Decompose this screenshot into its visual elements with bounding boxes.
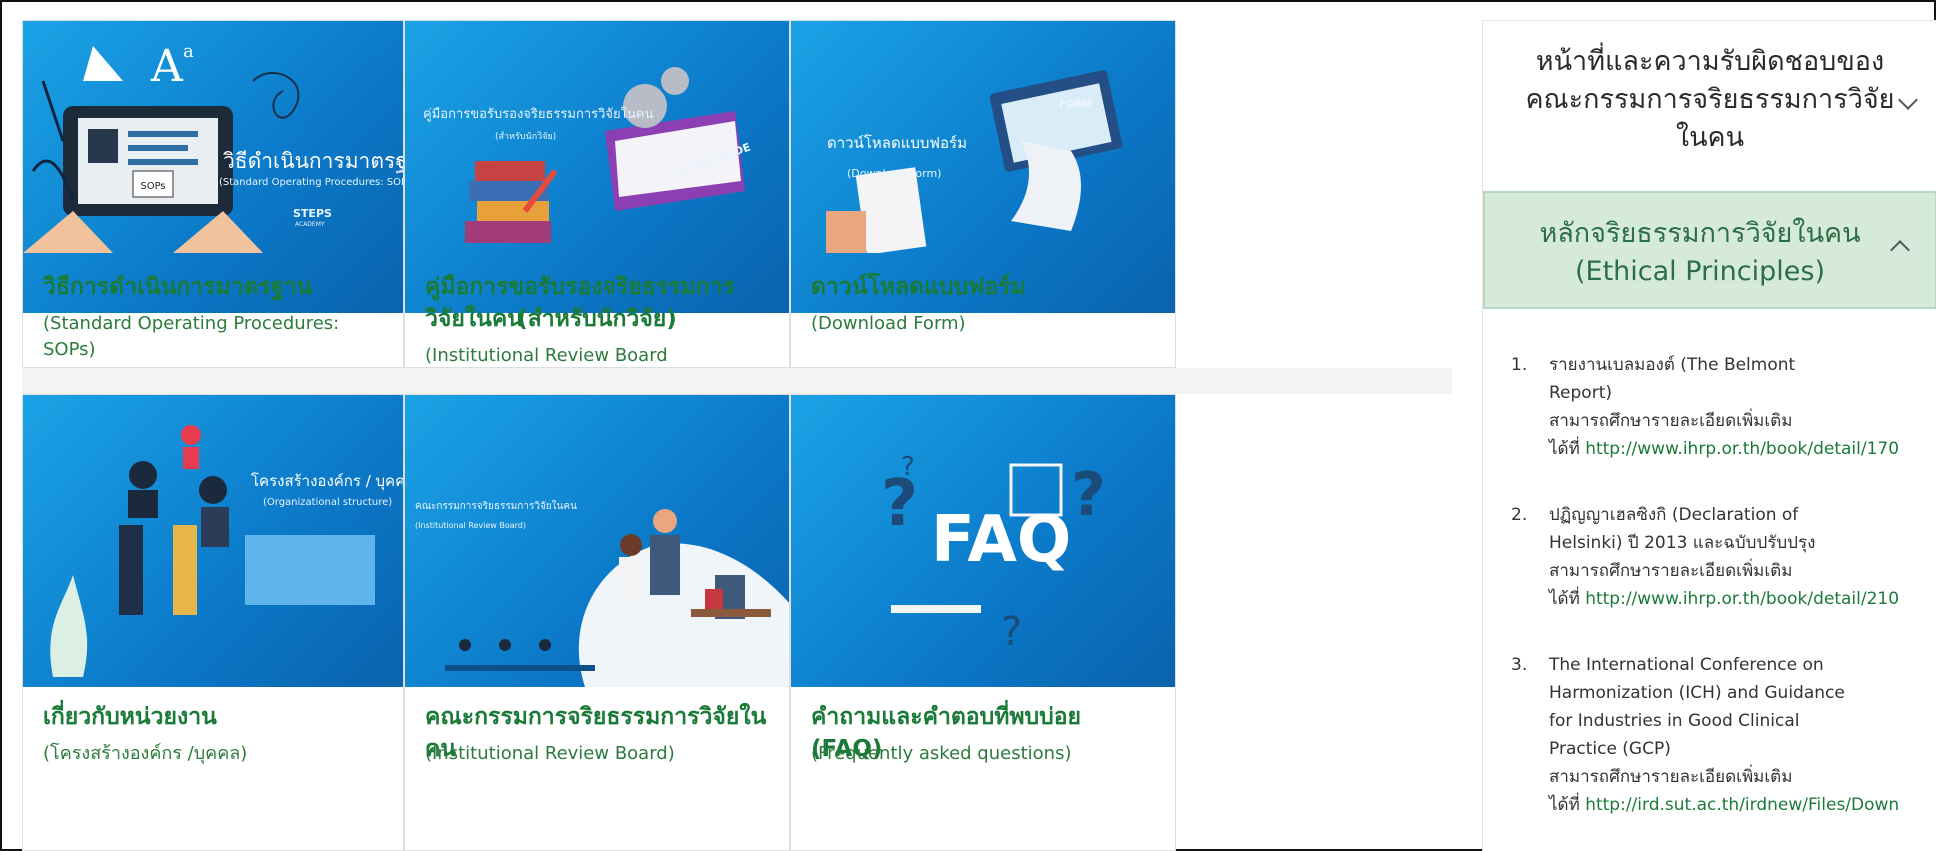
card-guidebook-banner[interactable]: คู่มือการขอรับรองจริยธรรมการวิจัยในคน (ส… xyxy=(405,21,789,313)
card-faq-subtitle: (Frequently asked questions) xyxy=(811,743,1072,764)
card-sops-banner-title: วิธีดำเนินการมาตรฐาน xyxy=(223,149,403,173)
faq-banner-text: FAQ xyxy=(931,503,1072,577)
ich-gcp-link[interactable]: http://ird.sut.ac.th/irdnew/Files/Down xyxy=(1585,795,1899,815)
steps-logo: STEPS xyxy=(293,207,332,220)
list-item-line: Report) xyxy=(1549,383,1612,403)
list-item-number: 2. xyxy=(1511,505,1528,525)
card-faq[interactable]: ? ? ? ? FAQ คำถามและคำตอบที่พบบ่อย (FAQ)… xyxy=(790,394,1176,851)
accordion-ethical-principles[interactable]: หลักจริยธรรมการวิจัยในคน (Ethical Princi… xyxy=(1483,191,1936,309)
card-download-title[interactable]: ดาวน์โหลดแบบฟอร์ม xyxy=(811,271,1155,303)
card-about-banner[interactable]: โครงสร้างองค์กร / บุคคล (Organizational … xyxy=(23,395,403,687)
guidebook-illustration xyxy=(465,67,745,243)
card-committee-banner[interactable]: คณะกรรมการจริยธรรมการวิจัยในคน (Institut… xyxy=(405,395,789,687)
card-sops[interactable]: SOPs A a วิธีดำเนินการมาตรฐาน (Standard … xyxy=(22,20,404,368)
list-item-number: 1. xyxy=(1511,355,1528,375)
list-item: 1. รายงานเบลมองต์ (The Belmont Report) ส… xyxy=(1511,351,1936,463)
organization-illustration xyxy=(50,425,375,677)
steps-logo-sub: ACADEMY xyxy=(295,221,325,228)
link-prefix: ได้ที่ xyxy=(1549,795,1586,815)
card-about-subtitle: (โครงสร้างองค์กร /บุคคล) xyxy=(43,743,248,764)
svg-text:?: ? xyxy=(901,452,915,482)
tablet-illustration: SOPs A a xyxy=(23,41,300,253)
accordion-ethical-principles-line1: หลักจริยธรรมการวิจัยในคน xyxy=(1539,218,1861,249)
list-item-line: for Industries in Good Clinical xyxy=(1549,711,1800,731)
accordion-committee-duties-line2: คณะกรรมการจริยธรรมการวิจัย xyxy=(1525,84,1895,115)
card-guidebook-banner-title: คู่มือการขอรับรองจริยธรรมการวิจัยในคน xyxy=(423,107,654,122)
link-prefix: ได้ที่ xyxy=(1549,439,1586,459)
list-item: 2. ปฏิญญาเฮลซิงกิ (Declaration of Helsin… xyxy=(1511,501,1936,613)
card-download-form[interactable]: ดาวน์โหลดแบบฟอร์ม (Download Form) FORM ด… xyxy=(790,20,1176,368)
svg-text:?: ? xyxy=(1001,609,1022,655)
card-about-banner-title: โครงสร้างองค์กร / บุคคล xyxy=(251,472,403,490)
accordion-committee-duties-line1: หน้าที่และความรับผิดชอบของ xyxy=(1535,46,1885,77)
list-item-line: Helsinki) ปี 2013 และฉบับปรับปรุง xyxy=(1549,533,1816,553)
card-grid: SOPs A a วิธีดำเนินการมาตรฐาน (Standard … xyxy=(22,20,1452,851)
row-separator xyxy=(22,368,1452,394)
list-item-number: 3. xyxy=(1511,655,1528,675)
list-item-line: สามารถศึกษารายละเอียดเพิ่มเติม xyxy=(1549,767,1793,787)
card-guidebook-subtitle: (Institutional Review Board Guildbook) xyxy=(425,345,668,366)
list-item-line: ปฏิญญาเฮลซิงกิ (Declaration of xyxy=(1549,505,1799,525)
card-download-banner[interactable]: ดาวน์โหลดแบบฟอร์ม (Download Form) FORM xyxy=(791,21,1175,313)
form-badge: FORM xyxy=(1059,99,1092,110)
card-about-banner-subtitle: (Organizational structure) xyxy=(263,497,393,508)
list-item-line: Harmonization (ICH) and Guidance xyxy=(1549,683,1845,703)
list-item-line: สามารถศึกษารายละเอียดเพิ่มเติม xyxy=(1549,411,1793,431)
card-sops-title[interactable]: วิธีการดำเนินการมาตรฐาน xyxy=(43,271,383,303)
list-item-line: รายงานเบลมองต์ (The Belmont xyxy=(1549,355,1796,375)
card-committee-banner-title: คณะกรรมการจริยธรรมการวิจัยในคน xyxy=(415,501,577,512)
card-irb-guidebook[interactable]: คู่มือการขอรับรองจริยธรรมการวิจัยในคน (ส… xyxy=(404,20,790,368)
card-download-banner-subtitle: (Download Form) xyxy=(847,167,942,180)
card-sops-banner-subtitle: (Standard Operating Procedures: SOPs) xyxy=(219,177,403,188)
card-download-subtitle: (Download Form) xyxy=(811,313,966,334)
sidebar-accordion: หน้าที่และความรับผิดชอบของ คณะกรรมการจริ… xyxy=(1482,20,1936,851)
card-guidebook-banner-subtitle: (สำหรับนักวิจัย) xyxy=(495,132,557,142)
card-irb-committee[interactable]: คณะกรรมการจริยธรรมการวิจัยในคน (Institut… xyxy=(404,394,790,851)
list-item: 3. The International Conference on Harmo… xyxy=(1511,651,1936,819)
card-about-unit[interactable]: โครงสร้างองค์กร / บุคคล (Organizational … xyxy=(22,394,404,851)
svg-text:?: ? xyxy=(1071,460,1106,530)
list-item-line: สามารถศึกษารายละเอียดเพิ่มเติม xyxy=(1549,561,1793,581)
svg-text:A: A xyxy=(150,41,184,92)
ethical-principles-list: 1. รายงานเบลมองต์ (The Belmont Report) ส… xyxy=(1511,351,1936,851)
card-sops-banner[interactable]: SOPs A a วิธีดำเนินการมาตรฐาน (Standard … xyxy=(23,21,403,313)
svg-text:a: a xyxy=(183,41,194,62)
card-guidebook-title-line2[interactable]: (สำหรับนักวิจัย) xyxy=(425,303,769,335)
accordion-ethical-principles-line2: (Ethical Principles) xyxy=(1575,256,1825,287)
helsinki-link[interactable]: http://www.ihrp.or.th/book/detail/210 xyxy=(1585,589,1899,609)
committee-illustration xyxy=(445,509,789,687)
belmont-report-link[interactable]: http://www.ihrp.or.th/book/detail/170 xyxy=(1585,439,1899,459)
card-faq-banner[interactable]: ? ? ? ? FAQ xyxy=(791,395,1175,687)
accordion-committee-duties[interactable]: หน้าที่และความรับผิดชอบของ คณะกรรมการจริ… xyxy=(1483,21,1936,153)
card-committee-subtitle: (Institutional Review Board) xyxy=(425,743,675,764)
card-committee-banner-subtitle: (Institutional Review Board) xyxy=(415,521,526,530)
card-sops-subtitle: (Standard Operating Procedures: SOPs) xyxy=(43,313,340,360)
list-item-line: The International Conference on xyxy=(1549,655,1824,675)
accordion-committee-duties-line3: ในคน xyxy=(1675,122,1745,153)
card-download-banner-title: ดาวน์โหลดแบบฟอร์ม xyxy=(827,134,968,152)
card-about-title[interactable]: เกี่ยวกับหน่วยงาน xyxy=(43,701,383,733)
svg-text:SOPs: SOPs xyxy=(140,181,165,192)
link-prefix: ได้ที่ xyxy=(1549,589,1586,609)
list-item-line: Practice (GCP) xyxy=(1549,739,1671,759)
